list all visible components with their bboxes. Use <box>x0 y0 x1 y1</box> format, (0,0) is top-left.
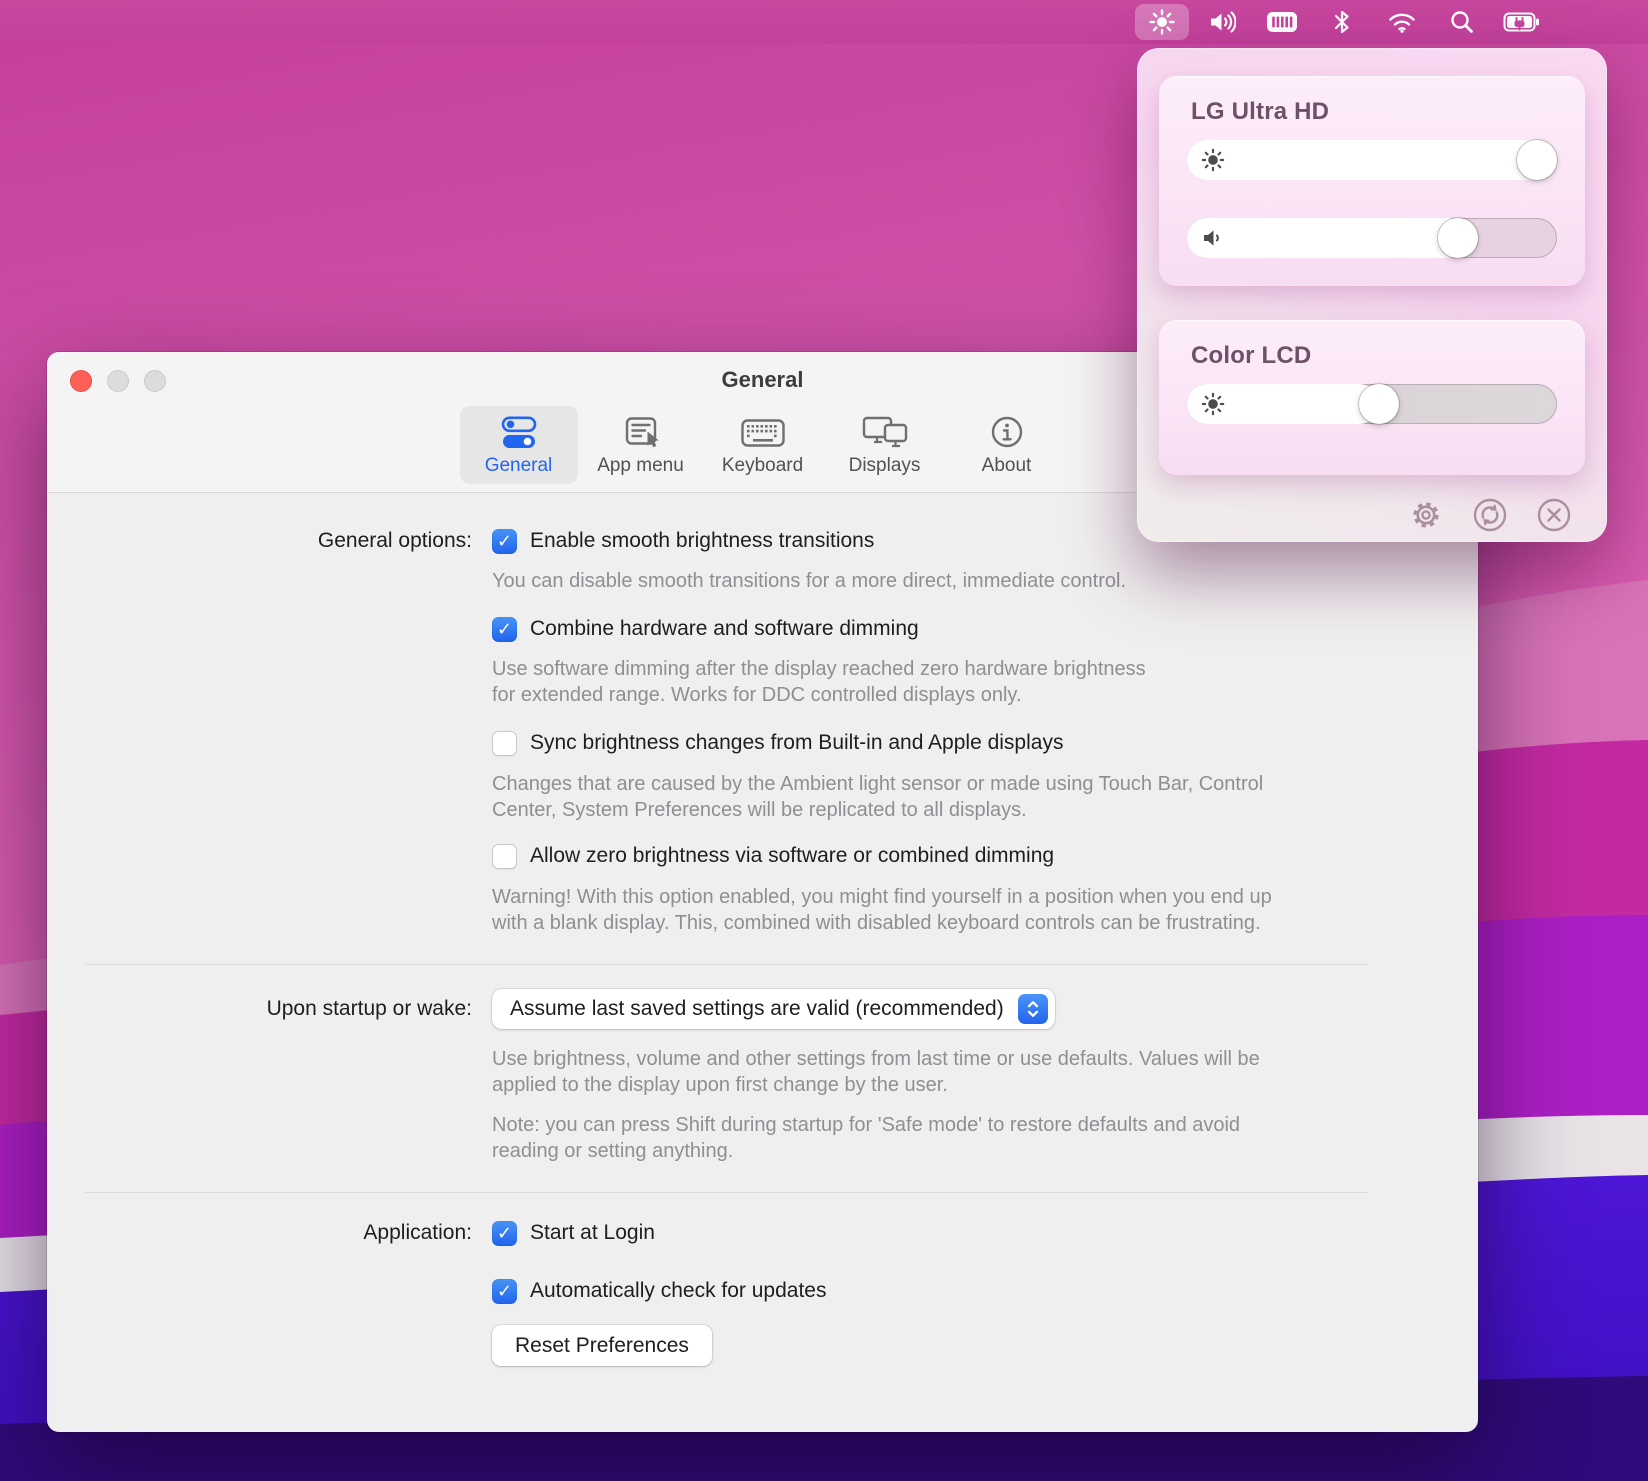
startup-behavior-select[interactable]: Assume last saved settings are valid (re… <box>492 989 1055 1029</box>
traffic-lights <box>70 370 166 392</box>
bluetooth-menu-icon[interactable] <box>1312 0 1372 44</box>
reset-preferences-button[interactable]: Reset Preferences <box>492 1325 712 1366</box>
slider-knob[interactable] <box>1359 384 1399 424</box>
checkbox-label: Sync brightness changes from Built-in an… <box>530 731 1063 755</box>
tab-label: Keyboard <box>722 455 803 477</box>
section-divider <box>85 964 1368 965</box>
tab-label: General <box>485 455 553 477</box>
checkbox-allow-zero[interactable]: ✓ <box>492 844 517 869</box>
row-start-at-login: Application: ✓ Start at Login <box>47 1217 1478 1249</box>
keyboard-brightness-menu-icon[interactable] <box>1252 0 1312 44</box>
menu-document-icon <box>621 415 661 451</box>
info-icon <box>989 415 1025 451</box>
minimize-button[interactable] <box>107 370 129 392</box>
slider-knob[interactable] <box>1438 218 1478 258</box>
refresh-icon[interactable] <box>1471 496 1509 534</box>
brightness-menu-icon[interactable] <box>1132 0 1192 44</box>
battery-menu-icon[interactable] <box>1492 0 1552 44</box>
lcd-brightness-slider[interactable] <box>1187 384 1557 424</box>
checkbox-sync-brightness[interactable]: ✓ <box>492 731 517 756</box>
option-description: You can disable smooth transitions for a… <box>492 568 1126 594</box>
tab-label: App menu <box>597 455 684 477</box>
close-panel-icon[interactable] <box>1535 496 1573 534</box>
volume-menu-icon[interactable] <box>1192 0 1252 44</box>
display-card-color-lcd: Color LCD <box>1159 320 1585 475</box>
selected-option: Assume last saved settings are valid (re… <box>510 997 1004 1021</box>
panel-footer <box>1407 496 1573 534</box>
display-control-panel: LG Ultra HD <box>1137 48 1607 542</box>
checkbox-label: Enable smooth brightness transitions <box>530 529 874 553</box>
display-name: LG Ultra HD <box>1159 76 1585 126</box>
tab-displays[interactable]: Displays <box>826 406 944 484</box>
settings-gear-icon[interactable] <box>1407 496 1445 534</box>
tab-label: About <box>982 455 1032 477</box>
row-allow-zero: ✓ Allow zero brightness via software or … <box>47 840 1478 872</box>
lg-volume-slider[interactable] <box>1187 218 1557 258</box>
display-name: Color LCD <box>1159 320 1585 370</box>
slider-fill <box>1187 140 1557 180</box>
section-label: Application: <box>47 1221 472 1245</box>
checkbox-label: Combine hardware and software dimming <box>530 617 919 641</box>
spotlight-search-menu-icon[interactable] <box>1432 0 1492 44</box>
menu-bar <box>0 0 1648 44</box>
chevron-up-down-icon <box>1018 994 1048 1024</box>
startup-description: Use brightness, volume and other setting… <box>492 1046 1260 1098</box>
checkbox-start-at-login[interactable]: ✓ <box>492 1221 517 1246</box>
displays-icon <box>860 415 910 451</box>
wifi-menu-icon[interactable] <box>1372 0 1432 44</box>
section-label: General options: <box>47 529 472 553</box>
row-sync-brightness: ✓ Sync brightness changes from Built-in … <box>47 727 1478 759</box>
tab-general[interactable]: General <box>460 406 578 484</box>
checkbox-auto-updates[interactable]: ✓ <box>492 1279 517 1304</box>
checkbox-combine-dimming[interactable]: ✓ <box>492 617 517 642</box>
toggles-icon <box>496 415 542 451</box>
row-combine-dimming: ✓ Combine hardware and software dimming <box>47 613 1478 645</box>
menu-bar-status-icons <box>1132 0 1552 44</box>
checkbox-label: Automatically check for updates <box>530 1279 826 1303</box>
tab-about[interactable]: About <box>948 406 1066 484</box>
section-label: Upon startup or wake: <box>47 997 472 1021</box>
volume-icon <box>1200 225 1226 251</box>
checkbox-label: Allow zero brightness via software or co… <box>530 844 1054 868</box>
slider-knob[interactable] <box>1517 140 1557 180</box>
row-auto-updates: ✓ Automatically check for updates <box>47 1275 1478 1307</box>
section-divider <box>85 1192 1368 1193</box>
zoom-button[interactable] <box>144 370 166 392</box>
option-description: Use software dimming after the display r… <box>492 656 1146 708</box>
tab-label: Displays <box>849 455 921 477</box>
tab-keyboard[interactable]: Keyboard <box>704 406 822 484</box>
display-card-lg-ultra-hd: LG Ultra HD <box>1159 76 1585 286</box>
lg-brightness-slider[interactable] <box>1187 140 1557 180</box>
window-content: General options: ✓ Enable smooth brightn… <box>47 493 1478 1366</box>
startup-note: Note: you can press Shift during startup… <box>492 1112 1240 1164</box>
tab-app-menu[interactable]: App menu <box>582 406 700 484</box>
close-button[interactable] <box>70 370 92 392</box>
option-description: Changes that are caused by the Ambient l… <box>492 771 1263 823</box>
row-reset: Reset Preferences <box>47 1325 1478 1366</box>
checkbox-label: Start at Login <box>530 1221 655 1245</box>
brightness-icon <box>1200 147 1226 173</box>
slider-fill <box>1187 218 1468 258</box>
brightness-icon <box>1200 391 1226 417</box>
row-startup: Upon startup or wake: Assume last saved … <box>47 989 1478 1029</box>
checkbox-enable-smooth[interactable]: ✓ <box>492 529 517 554</box>
option-description: Warning! With this option enabled, you m… <box>492 884 1272 936</box>
keyboard-icon <box>740 415 786 451</box>
